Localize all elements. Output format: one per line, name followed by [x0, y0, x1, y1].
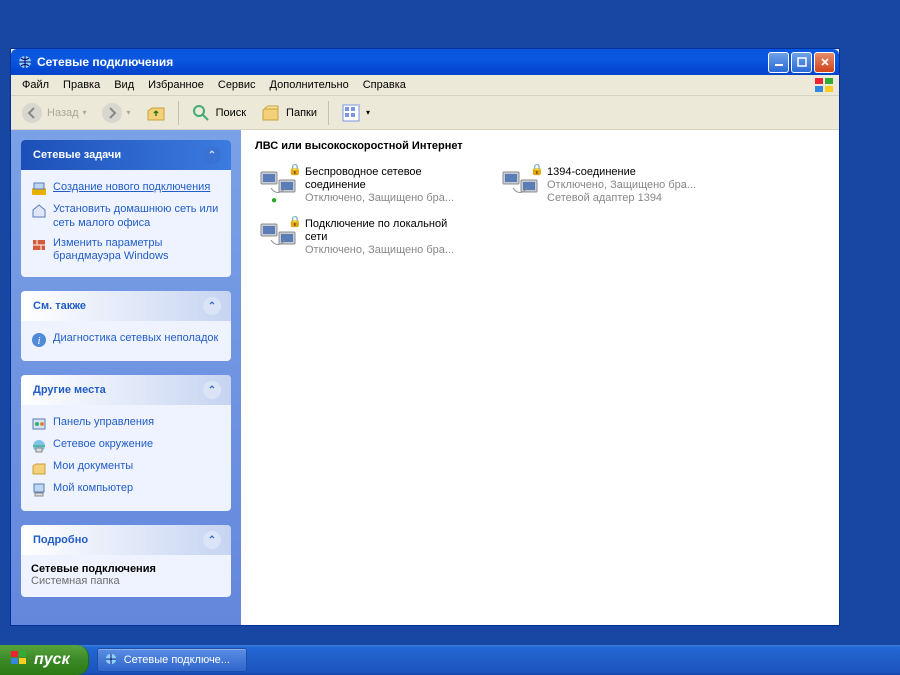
up-button[interactable]: [139, 98, 173, 128]
menu-file[interactable]: Файл: [15, 77, 56, 93]
lan-connection-icon: 🔒: [257, 218, 299, 260]
connection-name: 1394-соединение: [547, 166, 696, 179]
info-icon: i: [31, 332, 47, 348]
start-flag-icon: [10, 649, 28, 672]
otherplaces-box: Другие места ⌃ Панель управления Сетевое…: [21, 375, 231, 511]
network-tasks-header[interactable]: Сетевые задачи ⌃: [21, 140, 231, 170]
seealso-box: См. также ⌃ i Диагностика сетевых непола…: [21, 291, 231, 361]
firewall-settings-icon: [31, 237, 47, 253]
menu-tools[interactable]: Сервис: [211, 77, 263, 93]
collapse-icon[interactable]: ⌃: [203, 531, 221, 549]
seealso-header[interactable]: См. также ⌃: [21, 291, 231, 321]
dropdown-icon: ▾: [83, 108, 87, 117]
link-control-panel[interactable]: Панель управления: [31, 413, 221, 435]
connection-name: Беспроводное сетевое соединение: [305, 166, 465, 192]
svg-text:i: i: [37, 335, 40, 347]
menu-edit[interactable]: Правка: [56, 77, 107, 93]
maximize-button[interactable]: [791, 52, 812, 73]
link-my-computer[interactable]: Мой компьютер: [31, 479, 221, 501]
lock-icon: 🔒: [530, 163, 544, 176]
otherplaces-header[interactable]: Другие места ⌃: [21, 375, 231, 405]
connection-name: Подключение по локальной сети: [305, 218, 465, 244]
connection-1394[interactable]: 🔒 1394-соединение Отключено, Защищено бр…: [497, 164, 709, 210]
taskbar: пуск Сетевые подключе...: [0, 645, 900, 675]
lock-icon: 🔒: [288, 163, 302, 176]
taskbar-item-label: Сетевые подключе...: [124, 654, 230, 666]
link-network-places[interactable]: Сетевое окружение: [31, 435, 221, 457]
control-panel-icon: [31, 416, 47, 432]
connection-wifi[interactable]: 🔒 ● Беспроводное сетевое соединение Откл…: [255, 164, 467, 210]
back-icon: [21, 102, 43, 124]
home-network-icon: [31, 203, 47, 219]
new-connection-icon: [31, 181, 47, 197]
toolbar: Назад ▾ ▾ Поиск Папки ▾: [11, 96, 839, 130]
menu-favorites[interactable]: Избранное: [141, 77, 211, 93]
network-connections-icon: [17, 54, 33, 70]
dropdown-icon: ▾: [366, 108, 370, 117]
content-area: ЛВС или высокоскоростной Интернет 🔒 ● Бе…: [241, 130, 839, 625]
start-label: пуск: [34, 651, 70, 669]
menubar: Файл Правка Вид Избранное Сервис Дополни…: [11, 75, 839, 96]
tasks-pane: Сетевые задачи ⌃ Создание нового подключ…: [11, 130, 241, 625]
details-name: Сетевые подключения: [31, 563, 221, 575]
collapse-icon[interactable]: ⌃: [203, 146, 221, 164]
details-box: Подробно ⌃ Сетевые подключения Системная…: [21, 525, 231, 597]
dropdown-icon: ▾: [127, 108, 131, 117]
signal-dot: ●: [271, 195, 277, 206]
lock-icon: 🔒: [288, 215, 302, 228]
network-connections-icon: [104, 652, 118, 669]
search-icon: [190, 102, 212, 124]
minimize-button[interactable]: [768, 52, 789, 73]
taskbar-item-network[interactable]: Сетевые подключе...: [97, 648, 247, 672]
task-new-connection[interactable]: Создание нового подключения: [31, 178, 221, 200]
link-diagnostics[interactable]: i Диагностика сетевых неполадок: [31, 329, 221, 351]
task-home-network[interactable]: Установить домашнюю сеть или сеть малого…: [31, 200, 221, 234]
connection-lan[interactable]: 🔒 Подключение по локальной сети Отключен…: [255, 216, 467, 262]
folders-icon: [260, 102, 282, 124]
task-firewall[interactable]: Изменить параметры брандмауэра Windows: [31, 234, 221, 268]
views-icon: [340, 102, 362, 124]
connection-status: Отключено, Защищено бра...: [305, 192, 465, 205]
windows-flag-icon: [813, 76, 837, 94]
search-button[interactable]: Поиск: [184, 98, 252, 128]
close-button[interactable]: [814, 52, 835, 73]
details-type: Системная папка: [31, 575, 221, 587]
collapse-icon[interactable]: ⌃: [203, 381, 221, 399]
group-header: ЛВС или высокоскоростной Интернет: [255, 140, 825, 154]
start-button[interactable]: пуск: [0, 645, 89, 675]
views-button[interactable]: ▾: [334, 98, 376, 128]
network-tasks-box: Сетевые задачи ⌃ Создание нового подключ…: [21, 140, 231, 277]
collapse-icon[interactable]: ⌃: [203, 297, 221, 315]
connection-status: Отключено, Защищено бра... Сетевой адапт…: [547, 179, 696, 205]
forward-button[interactable]: ▾: [95, 98, 137, 128]
titlebar[interactable]: Сетевые подключения: [11, 49, 839, 75]
folders-button[interactable]: Папки: [254, 98, 323, 128]
network-places-icon: [31, 438, 47, 454]
connection-status: Отключено, Защищено бра...: [305, 244, 465, 257]
link-my-documents[interactable]: Мои документы: [31, 457, 221, 479]
window-title: Сетевые подключения: [37, 55, 173, 69]
menu-extra[interactable]: Дополнительно: [263, 77, 356, 93]
explorer-window: Сетевые подключения Файл Правка Вид Избр…: [10, 48, 840, 626]
firewire-connection-icon: 🔒: [499, 166, 541, 208]
menu-view[interactable]: Вид: [107, 77, 141, 93]
my-documents-icon: [31, 460, 47, 476]
menu-help[interactable]: Справка: [356, 77, 413, 93]
my-computer-icon: [31, 482, 47, 498]
back-button[interactable]: Назад ▾: [15, 98, 93, 128]
forward-icon: [101, 102, 123, 124]
folder-up-icon: [145, 102, 167, 124]
wifi-connection-icon: 🔒 ●: [257, 166, 299, 208]
window-body: Сетевые задачи ⌃ Создание нового подключ…: [11, 130, 839, 625]
details-header[interactable]: Подробно ⌃: [21, 525, 231, 555]
